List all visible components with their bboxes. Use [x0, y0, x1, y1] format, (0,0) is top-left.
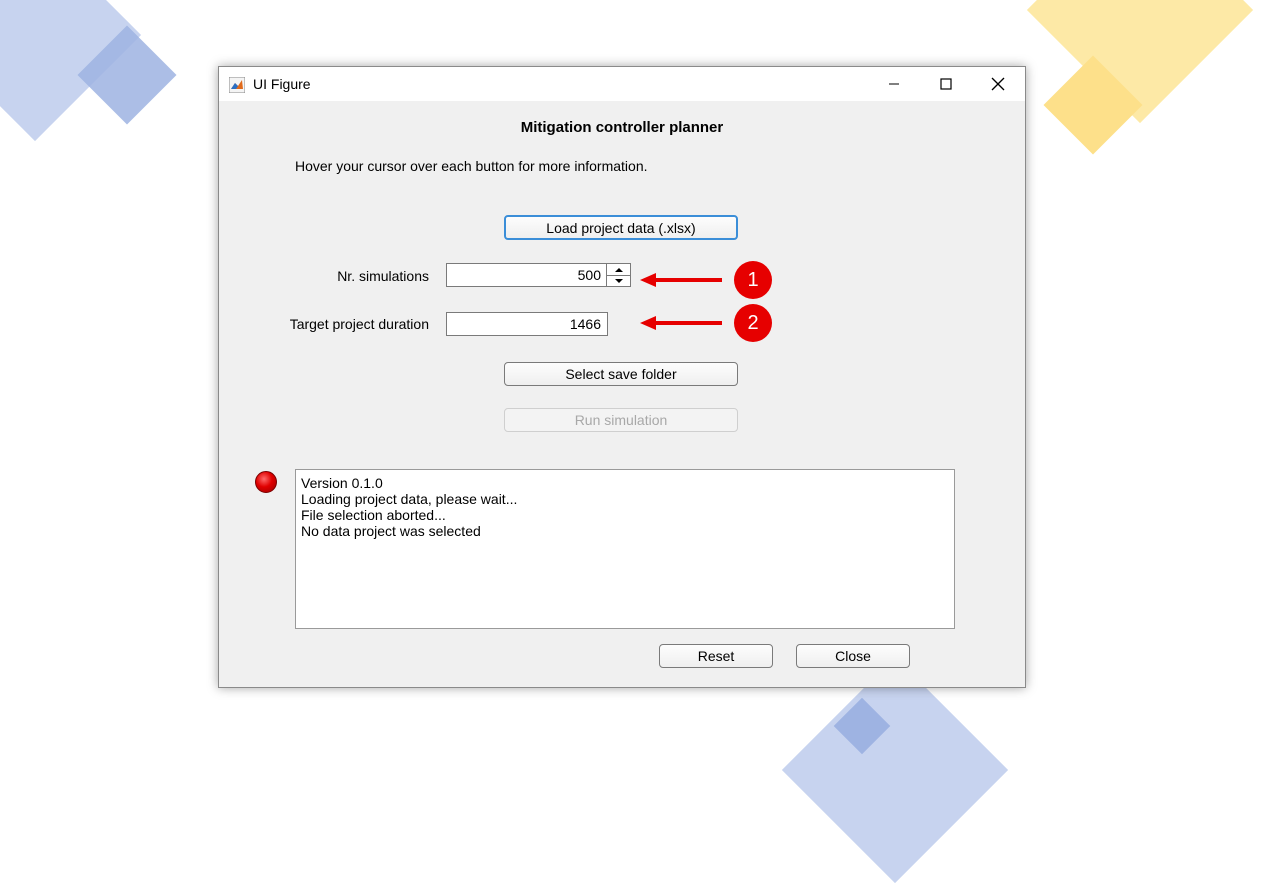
target-duration-label: Target project duration [289, 316, 429, 332]
nr-simulations-spinner[interactable] [606, 263, 631, 287]
log-line: Version 0.1.0 [301, 475, 383, 491]
title-bar: UI Figure [219, 67, 1025, 101]
close-window-button[interactable] [975, 67, 1021, 101]
hint-text: Hover your cursor over each button for m… [295, 158, 648, 174]
window-title: UI Figure [253, 76, 311, 92]
maximize-button[interactable] [923, 67, 969, 101]
run-simulation-button[interactable]: Run simulation [504, 408, 738, 432]
nr-simulations-label: Nr. simulations [337, 268, 429, 284]
decorative-shape [781, 656, 1009, 883]
close-icon [991, 77, 1005, 91]
matlab-icon [229, 77, 245, 93]
close-button[interactable]: Close [796, 644, 910, 668]
triangle-up-icon [614, 267, 623, 272]
target-duration-field[interactable]: 1466 [446, 312, 608, 336]
reset-button[interactable]: Reset [659, 644, 773, 668]
select-save-folder-button[interactable]: Select save folder [504, 362, 738, 386]
minimize-button[interactable] [871, 67, 917, 101]
annotation-arrow-2 [640, 316, 722, 330]
ui-figure-window: UI Figure Mitigation controller planner … [218, 66, 1026, 688]
log-line: File selection aborted... [301, 507, 446, 523]
spinner-down-button[interactable] [607, 275, 630, 286]
log-line: Loading project data, please wait... [301, 491, 518, 507]
triangle-down-icon [614, 278, 623, 283]
minimize-icon [889, 83, 899, 85]
maximize-icon [940, 78, 952, 90]
app-heading: Mitigation controller planner [520, 119, 724, 136]
annotation-arrow-1 [640, 273, 722, 287]
load-project-data-button[interactable]: Load project data (.xlsx) [504, 215, 738, 240]
log-line: No data project was selected [301, 523, 481, 539]
annotation-badge-1: 1 [734, 261, 772, 299]
annotation-badge-2: 2 [734, 304, 772, 342]
nr-simulations-field[interactable]: 500 [446, 263, 608, 287]
log-textarea[interactable]: Version 0.1.0 Loading project data, plea… [295, 469, 955, 629]
status-lamp [255, 471, 277, 493]
